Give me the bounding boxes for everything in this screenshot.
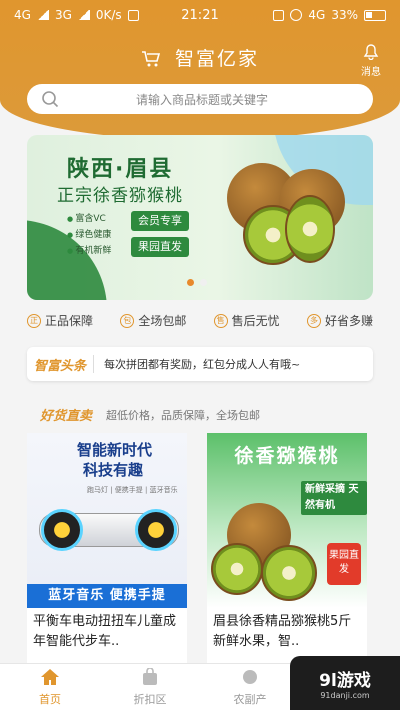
- hoverboard-wheel: [41, 509, 83, 551]
- news-text: 每次拼团都有奖励，红包分成人人有哦~: [104, 358, 301, 371]
- product-name: 眉县徐香精品猕猴桃5斤 新鲜水果，智..: [213, 614, 352, 649]
- badge-free-shipping: 包 全场包邮: [120, 312, 186, 329]
- watermark-brand: 9l游戏: [319, 671, 371, 691]
- badge-genuine: 正 正品保障: [27, 312, 93, 329]
- message-label: 消息: [361, 67, 381, 78]
- search-placeholder: 请输入商品标题或关键字: [135, 92, 268, 107]
- product-image: 智能新时代 科技有趣 跑马灯 | 便携手提 | 蓝牙音乐 蓝牙音乐 便携手提: [27, 433, 187, 608]
- cart-icon: [141, 50, 161, 73]
- banner-feature: 绿色健康: [67, 230, 111, 240]
- banner-headline: 陕西·眉县: [67, 157, 174, 182]
- banner-subheadline: 正宗徐香猕猴桃: [57, 186, 183, 206]
- badge-save-more: 多 好省多赚: [306, 312, 373, 329]
- signal-icon-2: [77, 10, 90, 20]
- search-icon: [35, 90, 65, 108]
- home-icon: [40, 668, 60, 689]
- message-button[interactable]: 消息: [356, 44, 386, 78]
- banner-tag-orchard: 果园直发: [131, 237, 189, 257]
- kiwi-slice-image: [211, 543, 263, 595]
- product-image: 徐香猕猴桃 新鲜采摘 天然有机 果园直发: [207, 433, 367, 608]
- network-4g-right: 4G: [308, 8, 326, 22]
- genuine-icon: 正: [27, 313, 41, 328]
- watermark-url: 91danji.com: [320, 691, 370, 700]
- network-4g-label: 4G: [14, 8, 31, 22]
- notification-icon: [127, 9, 139, 21]
- tab-discount[interactable]: 折扣区: [100, 664, 200, 710]
- banner-feature: 富含VC: [67, 214, 106, 224]
- alarm-icon: [290, 9, 303, 21]
- tab-label: 首页: [39, 692, 61, 706]
- kiwi-slice-image: [261, 545, 317, 601]
- badge-label: 正品保障: [45, 314, 94, 328]
- product-image-tag: 果园直发: [327, 543, 361, 585]
- vibrate-icon: [273, 9, 285, 21]
- save-icon: 多: [306, 313, 321, 328]
- site-watermark: 9l游戏 91danji.com: [290, 656, 400, 710]
- badge-label: 全场包邮: [138, 314, 187, 328]
- bag-icon: [141, 666, 159, 689]
- carousel-dot-active[interactable]: [187, 279, 194, 286]
- badge-label: 售后无忧: [231, 314, 280, 328]
- product-name: 平衡车电动扭扭车儿童成年智能代步车..: [33, 614, 177, 649]
- tab-home[interactable]: 首页: [0, 664, 100, 710]
- section-title: 好货直卖: [40, 409, 93, 424]
- tab-farm-products[interactable]: 农副产: [200, 664, 300, 710]
- app-title: 智富亿家: [0, 44, 400, 73]
- hoverboard-wheel: [135, 509, 177, 551]
- farm-icon: [241, 668, 259, 689]
- banner-feature: 有机新鲜: [67, 246, 111, 256]
- product-image-strip: 蓝牙音乐 便携手提: [27, 584, 187, 608]
- product-image-line: 科技有趣: [83, 461, 144, 479]
- product-card[interactable]: 智能新时代 科技有趣 跑马灯 | 便携手提 | 蓝牙音乐 蓝牙音乐 便携手提 平…: [27, 433, 187, 663]
- tab-label: 折扣区: [133, 692, 167, 706]
- network-speed: 0K/s: [95, 8, 122, 22]
- section-subtitle: 超低价格，品质保障，全场包邮: [106, 409, 260, 422]
- battery-icon: [364, 9, 386, 21]
- badge-label: 好省多赚: [324, 314, 373, 328]
- product-image-line: 智能新时代: [77, 441, 153, 459]
- divider: [93, 355, 94, 373]
- battery-percent: 33%: [331, 8, 358, 22]
- kiwi-slice-image: [285, 195, 335, 263]
- product-card[interactable]: 徐香猕猴桃 新鲜采摘 天然有机 果园直发 眉县徐香精品猕猴桃5斤 新鲜水果，智.…: [207, 433, 367, 663]
- network-3g-label: 3G: [54, 8, 72, 22]
- banner-features: 富含VC 绿色健康 有机新鲜: [67, 211, 111, 259]
- carousel-indicator: [187, 279, 207, 286]
- promo-banner[interactable]: 陕西·眉县 正宗徐香猕猴桃 富含VC 绿色健康 有机新鲜 会员专享 果园直发: [27, 135, 373, 300]
- tab-label: 农副产: [233, 692, 267, 706]
- news-ticker[interactable]: 智富头条 每次拼团都有奖励，红包分成人人有哦~: [27, 347, 373, 381]
- app-title-text: 智富亿家: [175, 48, 260, 70]
- news-label: 智富头条: [33, 358, 86, 374]
- product-image-line: 徐香猕猴桃: [234, 445, 340, 467]
- signal-icon: [36, 10, 49, 20]
- shipping-icon: 包: [120, 313, 135, 328]
- badge-after-sales: 售 售后无忧: [213, 312, 280, 329]
- service-badges: 正 正品保障 包 全场包邮 售 售后无忧 多 好省多赚: [27, 312, 373, 329]
- status-bar: 4G 3G 0K/s 21:21 4G 33%: [0, 0, 400, 30]
- bell-icon: [363, 44, 379, 63]
- carousel-dot[interactable]: [200, 279, 207, 286]
- product-image-caption: 跑马灯 | 便携手提 | 蓝牙音乐: [87, 486, 178, 494]
- search-input[interactable]: 请输入商品标题或关键字: [27, 84, 373, 114]
- after-sales-icon: 售: [213, 313, 228, 328]
- product-image-line: 新鲜采摘 天然有机: [301, 481, 367, 515]
- banner-tag-member: 会员专享: [131, 211, 189, 231]
